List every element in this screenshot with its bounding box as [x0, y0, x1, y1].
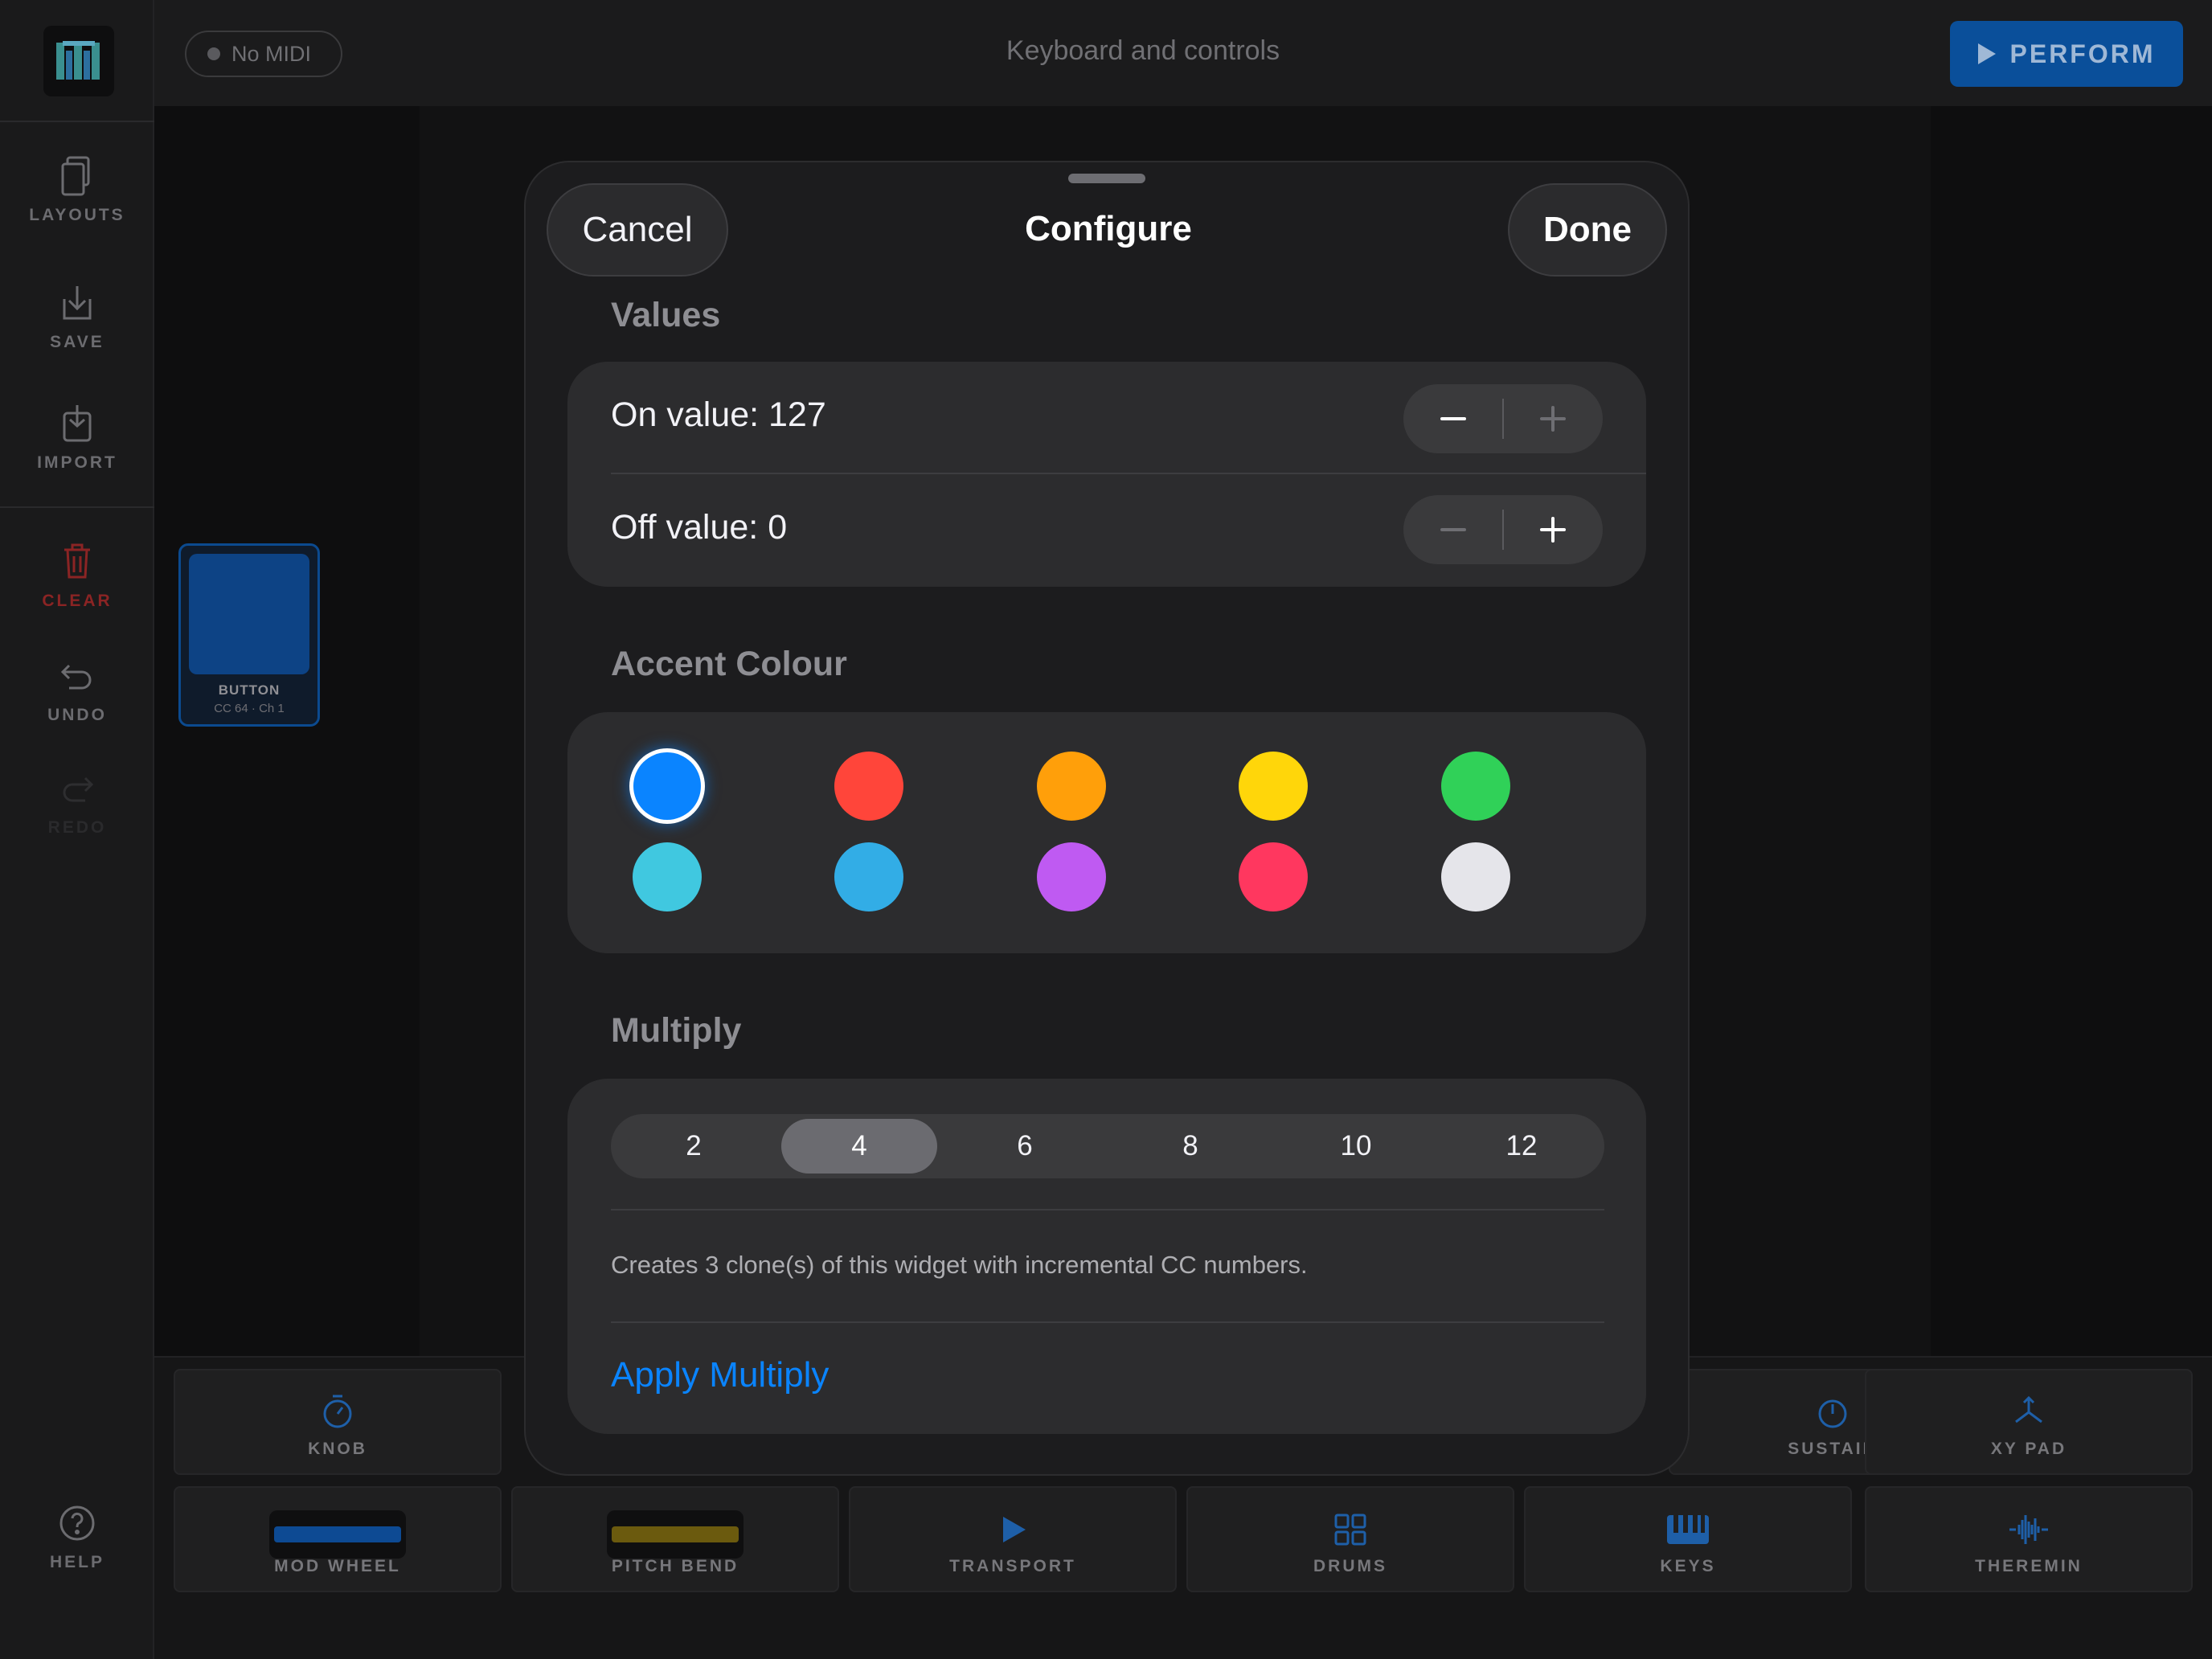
perform-button[interactable]: PERFORM: [1950, 21, 2183, 87]
off-value-label: Off value: 0: [611, 508, 788, 547]
top-bar: No MIDI Keyboard and controls PERFORM: [154, 0, 2212, 106]
sidebar: LAYOUTS SAVE IMPORT CLEAR UNDO REDO HELP: [0, 0, 154, 1659]
off-value-increment-button[interactable]: [1503, 495, 1603, 564]
off-value-decrement-button[interactable]: [1403, 495, 1503, 564]
palette-tile-mod-wheel[interactable]: MOD WHEEL: [174, 1486, 502, 1592]
multiply-option[interactable]: 4: [781, 1119, 937, 1174]
colour-swatch[interactable]: [1441, 842, 1510, 911]
sidebar-divider: [0, 506, 154, 508]
multiply-option[interactable]: 2: [616, 1119, 772, 1174]
tile-label: DRUMS: [1313, 1557, 1387, 1575]
values-section-title: Values: [611, 296, 721, 334]
colour-swatch[interactable]: [633, 752, 701, 820]
multiply-option[interactable]: 12: [1444, 1119, 1600, 1174]
sidebar-item-label: SAVE: [50, 333, 104, 351]
play-icon: [850, 1510, 1175, 1549]
tile-label: KEYS: [1660, 1557, 1716, 1575]
palette-tile-knob[interactable]: KNOB: [174, 1369, 502, 1475]
waveform-icon: [1866, 1510, 2191, 1549]
accent-colour-group: [567, 712, 1646, 953]
palette-tile-theremin[interactable]: THEREMIN: [1865, 1486, 2193, 1592]
palette-tile-pitch-bend[interactable]: PITCH BEND: [511, 1486, 839, 1592]
logo-area: [0, 0, 154, 122]
sidebar-item-label: HELP: [49, 1553, 104, 1571]
trash-icon: [58, 540, 96, 584]
perform-label: PERFORM: [2009, 39, 2156, 68]
colour-swatch[interactable]: [834, 842, 903, 911]
play-icon: [1977, 43, 1996, 64]
palette-tile-drums[interactable]: DRUMS: [1186, 1486, 1514, 1592]
tile-label: XY PAD: [1990, 1440, 2067, 1458]
multiply-segmented-control[interactable]: 2 4 6 8 10 12: [611, 1114, 1604, 1178]
knob-icon: [175, 1393, 500, 1432]
layouts-icon: [58, 154, 96, 198]
grid-icon: [1188, 1510, 1513, 1549]
sidebar-item-import[interactable]: IMPORT: [0, 402, 154, 473]
app-logo-icon: [43, 26, 114, 96]
tile-label: THEREMIN: [1975, 1557, 2083, 1575]
tile-label: TRANSPORT: [949, 1557, 1076, 1575]
undo-icon: [58, 654, 96, 698]
sidebar-item-layouts[interactable]: LAYOUTS: [0, 154, 154, 225]
configure-sheet: Cancel Configure Done Values On value: 1…: [524, 161, 1690, 1476]
mod-wheel-icon: [175, 1510, 500, 1559]
colour-swatch[interactable]: [1037, 752, 1106, 821]
multiply-option[interactable]: 8: [1112, 1119, 1268, 1174]
multiply-section-title: Multiply: [611, 1011, 742, 1050]
sidebar-item-redo[interactable]: REDO: [0, 767, 154, 838]
sidebar-item-label: LAYOUTS: [29, 206, 125, 224]
values-group: On value: 127 Off value: 0: [567, 362, 1646, 587]
colour-swatch[interactable]: [1239, 752, 1308, 821]
sidebar-item-help[interactable]: HELP: [0, 1501, 154, 1572]
on-value-label: On value: 127: [611, 395, 826, 434]
multiply-group: 2 4 6 8 10 12 Creates 3 clone(s) of this widg…: [567, 1079, 1646, 1434]
sheet-grabber[interactable]: [1068, 174, 1145, 183]
on-value-decrement-button[interactable]: [1403, 384, 1503, 453]
button-pad[interactable]: [189, 554, 309, 674]
palette-tile-xy-pad[interactable]: XY PAD: [1865, 1369, 2193, 1475]
row-divider: [611, 1321, 1604, 1323]
colour-swatch[interactable]: [1239, 842, 1308, 911]
on-value-increment-button[interactable]: [1503, 384, 1603, 453]
done-button[interactable]: Done: [1508, 183, 1667, 276]
multiply-option[interactable]: 6: [947, 1119, 1103, 1174]
row-divider: [611, 1209, 1604, 1210]
row-divider: [611, 473, 1646, 474]
sidebar-item-label: UNDO: [47, 706, 107, 724]
widget-label: BUTTON: [218, 682, 281, 698]
accent-section-title: Accent Colour: [611, 645, 847, 683]
palette-tile-transport[interactable]: TRANSPORT: [849, 1486, 1177, 1592]
sidebar-item-label: IMPORT: [37, 453, 117, 472]
multiply-option[interactable]: 10: [1278, 1119, 1434, 1174]
tile-label: KNOB: [308, 1440, 367, 1458]
tile-label: PITCH BEND: [611, 1557, 739, 1575]
colour-swatch[interactable]: [834, 752, 903, 821]
on-value-stepper[interactable]: [1403, 384, 1603, 453]
button-widget[interactable]: BUTTON CC 64 · Ch 1: [178, 543, 320, 727]
tile-label: MOD WHEEL: [274, 1557, 401, 1575]
sidebar-item-label: REDO: [47, 818, 107, 837]
sidebar-item-label: CLEAR: [42, 592, 113, 610]
help-icon: [58, 1501, 96, 1545]
colour-swatch[interactable]: [633, 842, 702, 911]
pitch-bend-icon: [513, 1510, 838, 1559]
save-icon: [58, 281, 96, 325]
colour-swatch[interactable]: [1037, 842, 1106, 911]
piano-icon: [1526, 1510, 1850, 1549]
apply-multiply-button[interactable]: Apply Multiply: [611, 1355, 829, 1395]
import-icon: [58, 402, 96, 445]
redo-icon: [58, 767, 96, 810]
colour-swatch[interactable]: [1441, 752, 1510, 821]
sidebar-item-save[interactable]: SAVE: [0, 281, 154, 352]
widget-sublabel: CC 64 · Ch 1: [214, 702, 285, 715]
sidebar-item-clear[interactable]: CLEAR: [0, 540, 154, 611]
xy-pad-icon: [1866, 1393, 2191, 1432]
sidebar-item-undo[interactable]: UNDO: [0, 654, 154, 725]
off-value-stepper[interactable]: [1403, 495, 1603, 564]
page-title: Keyboard and controls: [1006, 35, 1280, 66]
multiply-note: Creates 3 clone(s) of this widget with i…: [611, 1251, 1308, 1279]
palette-tile-keys[interactable]: KEYS: [1524, 1486, 1852, 1592]
